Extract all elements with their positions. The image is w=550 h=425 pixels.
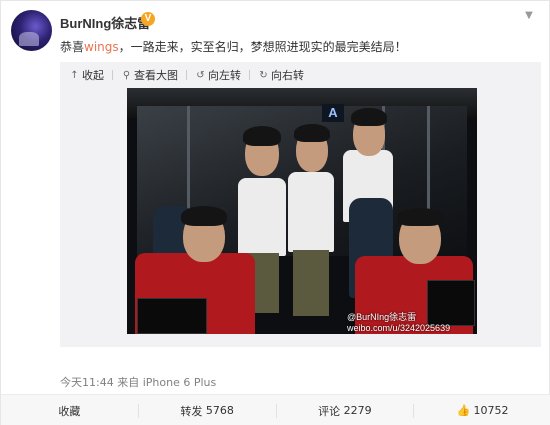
favorite-button[interactable]: 收藏 [1,404,138,418]
post-text-suffix: ，一路走来，实至名归，梦想照进现实的最完美结局！ [118,40,407,54]
photo-figure [294,124,330,142]
rotate-left-button[interactable]: ↺ 向左转 [195,67,241,83]
photo-figure [181,206,227,226]
comment-count: 2279 [343,404,372,417]
watermark-url: weibo.com/u/3242025639 [347,323,451,333]
post-text: 恭喜wings，一路走来，实至名归，梦想照进现实的最完美结局！ [60,38,407,55]
repost-count: 5768 [205,404,234,417]
mention-link[interactable]: wings [84,40,119,54]
source-device[interactable]: iPhone 6 Plus [143,376,217,389]
collapse-label: 收起 [82,69,104,82]
media-toolbar: ↑ 收起 ⚲ 查看大图 ↺ 向左转 ↻ 向右转 [69,67,312,83]
comment-button[interactable]: 评论 2279 [275,403,414,418]
photo-figure [397,208,443,226]
like-button[interactable]: 👍 10752 [413,403,550,418]
post-time[interactable]: 今天11:44 [60,376,114,389]
booth-sign: A [322,104,344,122]
photo-figure [288,172,334,252]
photo-figure [351,108,387,126]
toolbar-divider [186,70,187,80]
view-large-label: 查看大图 [134,69,178,82]
toolbar-divider [112,70,113,80]
verified-badge-icon: V [141,12,155,26]
username-link[interactable]: BurNIng徐志雷 [60,13,150,32]
photo-figure [137,298,207,334]
favorite-label: 收藏 [58,404,81,418]
toolbar-divider [249,70,250,80]
photo-figure [243,126,281,146]
magnifier-icon: ⚲ [122,69,131,81]
rotate-right-icon: ↻ [259,69,268,81]
comment-label: 评论 [318,404,341,418]
rotate-left-label: 向左转 [208,69,241,82]
rotate-right-label: 向右转 [271,69,304,82]
rotate-left-icon: ↺ [196,69,205,81]
photo-figure [238,178,286,256]
like-count: 10752 [473,404,509,417]
collapse-button[interactable]: ↑ 收起 [69,67,104,83]
arrow-up-icon: ↑ [70,69,79,81]
chevron-down-icon[interactable]: ▼ [523,10,535,22]
repost-label: 转发 [180,404,203,418]
post-meta: 今天11:44 来自 iPhone 6 Plus [60,374,216,390]
post-photo[interactable]: A @BurNIng徐志雷 weibo.com/u/3242025639 [127,88,477,334]
user-avatar[interactable] [11,10,52,51]
weibo-post-card: BurNIng徐志雷 V ▼ 恭喜wings，一路走来，实至名归，梦想照进现实的… [0,0,550,425]
photo-watermark: @BurNIng徐志雷 weibo.com/u/3242025639 [347,312,450,334]
rotate-right-button[interactable]: ↻ 向右转 [258,67,304,83]
action-bar: 收藏 转发 5768 评论 2279 👍 10752 [1,395,550,425]
view-large-button[interactable]: ⚲ 查看大图 [121,67,178,83]
repost-button[interactable]: 转发 5768 [137,403,276,418]
watermark-handle: @BurNIng徐志雷 [347,312,417,322]
source-prefix: 来自 [117,376,140,389]
thumbs-up-icon: 👍 [456,404,471,417]
post-text-prefix: 恭喜 [60,40,85,54]
photo-figure [293,250,329,316]
